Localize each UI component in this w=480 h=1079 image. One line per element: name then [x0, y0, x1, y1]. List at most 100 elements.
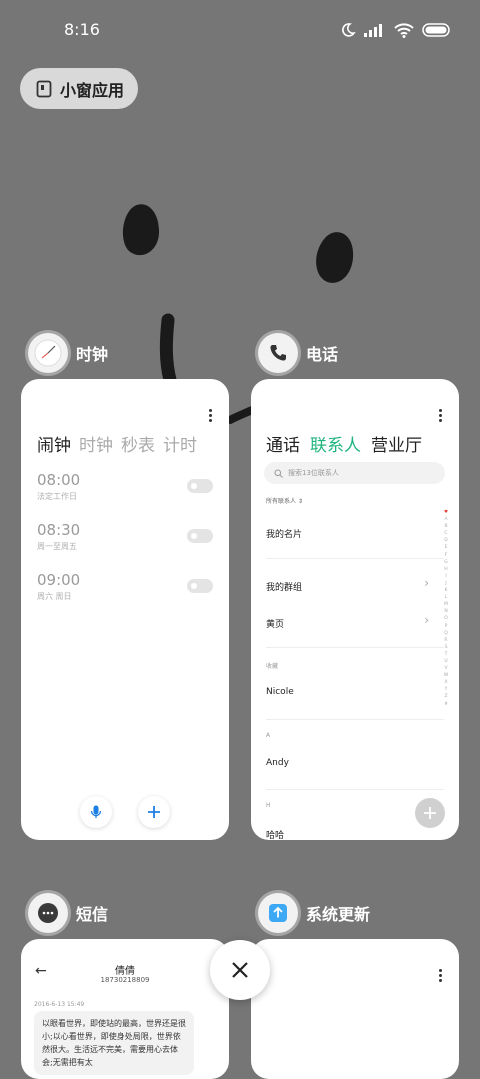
- my-card-row[interactable]: 我的名片: [266, 527, 302, 540]
- alphabet-index-letter[interactable]: E: [442, 544, 450, 551]
- divider: [266, 558, 444, 559]
- tab-stopwatch[interactable]: 秒表: [121, 431, 155, 456]
- alphabet-index-letter[interactable]: D: [442, 537, 450, 544]
- chevron-right-icon: ›: [424, 613, 429, 627]
- status-bar: 8:16: [0, 0, 480, 60]
- alphabet-index[interactable]: ♥ A B C D E F G H I J K L M N O P Q R S T U V W X Y Z #: [442, 509, 450, 708]
- update-card[interactable]: [251, 939, 459, 1079]
- clock-card[interactable]: 闹钟 时钟 秒表 计时 08:00 法定工作日 08:30 周一至周五 09:0…: [21, 379, 229, 840]
- clock-app-name: 时钟: [76, 345, 109, 364]
- divider: [266, 647, 444, 648]
- alphabet-index-letter[interactable]: G: [442, 559, 450, 566]
- floating-window-button[interactable]: 小窗应用: [20, 68, 138, 109]
- alphabet-index-letter[interactable]: F: [442, 552, 450, 559]
- tab-contacts[interactable]: 联系人: [310, 431, 361, 456]
- favorites-section: 收藏: [266, 663, 279, 670]
- voice-alarm-button[interactable]: [80, 796, 112, 828]
- alarm-toggle[interactable]: [187, 579, 213, 593]
- alphabet-index-letter[interactable]: O: [442, 615, 450, 622]
- status-icons: [340, 22, 452, 38]
- alphabet-index-letter[interactable]: J: [442, 580, 450, 587]
- clock-app-header[interactable]: 时钟: [28, 333, 108, 373]
- more-icon[interactable]: [439, 409, 443, 424]
- yellow-pages-row[interactable]: 黄页: [266, 617, 284, 630]
- alphabet-index-letter[interactable]: N: [442, 608, 450, 615]
- phone-tabs: 通话 联系人 营业厅: [266, 431, 422, 456]
- microphone-icon: [90, 805, 102, 818]
- conversation-number: 18730218809: [100, 976, 150, 984]
- divider: [266, 719, 444, 720]
- message-bubble[interactable]: 以眼看世界，即使站的最高，世界还是很小;以心看世界，即使身处局限，世界依然很大。…: [34, 1011, 194, 1075]
- tab-calls[interactable]: 通话: [266, 431, 300, 456]
- wifi-icon: [394, 23, 414, 38]
- status-time: 8:16: [64, 20, 100, 39]
- alphabet-index-letter[interactable]: Q: [442, 630, 450, 637]
- alphabet-index-letter[interactable]: W: [442, 672, 450, 679]
- alphabet-index-letter[interactable]: I: [442, 573, 450, 580]
- floating-window-label: 小窗应用: [60, 80, 125, 100]
- alphabet-index-letter[interactable]: H: [442, 566, 450, 573]
- alphabet-index-letter[interactable]: R: [442, 637, 450, 644]
- tab-service-hall[interactable]: 营业厅: [371, 431, 422, 456]
- message-timestamp: 2016-6-13 15:49: [34, 1001, 85, 1008]
- clock-icon: [28, 333, 68, 373]
- sms-card[interactable]: ← 倩倩 18730218809 2016-6-13 15:49 以眼看世界，即…: [21, 939, 229, 1079]
- alphabet-index-letter[interactable]: B: [442, 523, 450, 530]
- chevron-right-icon: ›: [424, 576, 429, 590]
- alarm-repeat: 周六 周日: [37, 592, 72, 601]
- contact-row[interactable]: 哈哈: [266, 828, 284, 840]
- divider: [266, 789, 444, 790]
- clear-all-button[interactable]: [210, 940, 270, 1000]
- alphabet-index-letter[interactable]: T: [442, 651, 450, 658]
- section-letter: A: [266, 732, 271, 739]
- more-icon[interactable]: [209, 409, 213, 424]
- clock-tabs: 闹钟 时钟 秒表 计时: [37, 431, 197, 456]
- my-group-row[interactable]: 我的群组: [266, 580, 302, 593]
- tab-alarm[interactable]: 闹钟: [37, 431, 71, 456]
- plus-icon: [148, 806, 160, 818]
- message-icon: [28, 893, 68, 933]
- signal-icon: [364, 24, 382, 37]
- phone-app-name: 电话: [306, 345, 339, 364]
- contact-filter[interactable]: 所有联系人 ⇕: [266, 496, 303, 505]
- contact-filter-label: 所有联系人: [266, 498, 297, 505]
- contact-row[interactable]: Nicole: [266, 687, 294, 697]
- alphabet-index-letter[interactable]: U: [442, 658, 450, 665]
- alphabet-index-letter[interactable]: #: [442, 701, 450, 708]
- alphabet-index-letter[interactable]: P: [442, 623, 450, 630]
- tab-clock[interactable]: 时钟: [79, 431, 113, 456]
- phone-card[interactable]: 通话 联系人 营业厅 搜索13位联系人 所有联系人 ⇕ 我的名片 我的群组 › …: [251, 379, 459, 840]
- sms-app-header[interactable]: 短信: [28, 893, 108, 933]
- alphabet-index-letter[interactable]: C: [442, 530, 450, 537]
- add-alarm-button[interactable]: [138, 796, 170, 828]
- alarm-toggle[interactable]: [187, 529, 213, 543]
- alphabet-index-letter[interactable]: S: [442, 644, 450, 651]
- sms-app-name: 短信: [76, 905, 109, 924]
- moon-icon: [342, 23, 356, 37]
- alarm-toggle[interactable]: [187, 479, 213, 493]
- contact-search-input[interactable]: 搜索13位联系人: [264, 462, 445, 484]
- phone-app-header[interactable]: 电话: [258, 333, 338, 373]
- alphabet-index-letter[interactable]: A: [442, 516, 450, 523]
- add-contact-button[interactable]: [415, 798, 445, 828]
- search-icon: [274, 469, 283, 478]
- conversation-name: 倩倩: [115, 966, 135, 977]
- phone-icon: [258, 333, 298, 373]
- sort-icon: ⇕: [297, 498, 303, 505]
- update-app-name: 系统更新: [306, 905, 371, 924]
- alarm-repeat: 法定工作日: [37, 492, 77, 501]
- tab-timer[interactable]: 计时: [163, 431, 197, 456]
- alphabet-index-letter[interactable]: X: [442, 679, 450, 686]
- battery-icon: [422, 23, 450, 37]
- alphabet-index-letter[interactable]: K: [442, 587, 450, 594]
- close-icon: [232, 962, 248, 978]
- more-icon[interactable]: [439, 969, 443, 984]
- alphabet-index-letter[interactable]: M: [442, 601, 450, 608]
- alphabet-index-letter[interactable]: Y: [442, 686, 450, 693]
- update-app-header[interactable]: 系统更新: [258, 893, 370, 933]
- heart-icon: ♥: [443, 510, 449, 515]
- contact-row[interactable]: Andy: [266, 758, 289, 768]
- alphabet-index-letter[interactable]: Z: [442, 693, 450, 700]
- alphabet-index-letter[interactable]: L: [442, 594, 450, 601]
- alphabet-index-letter[interactable]: V: [442, 665, 450, 672]
